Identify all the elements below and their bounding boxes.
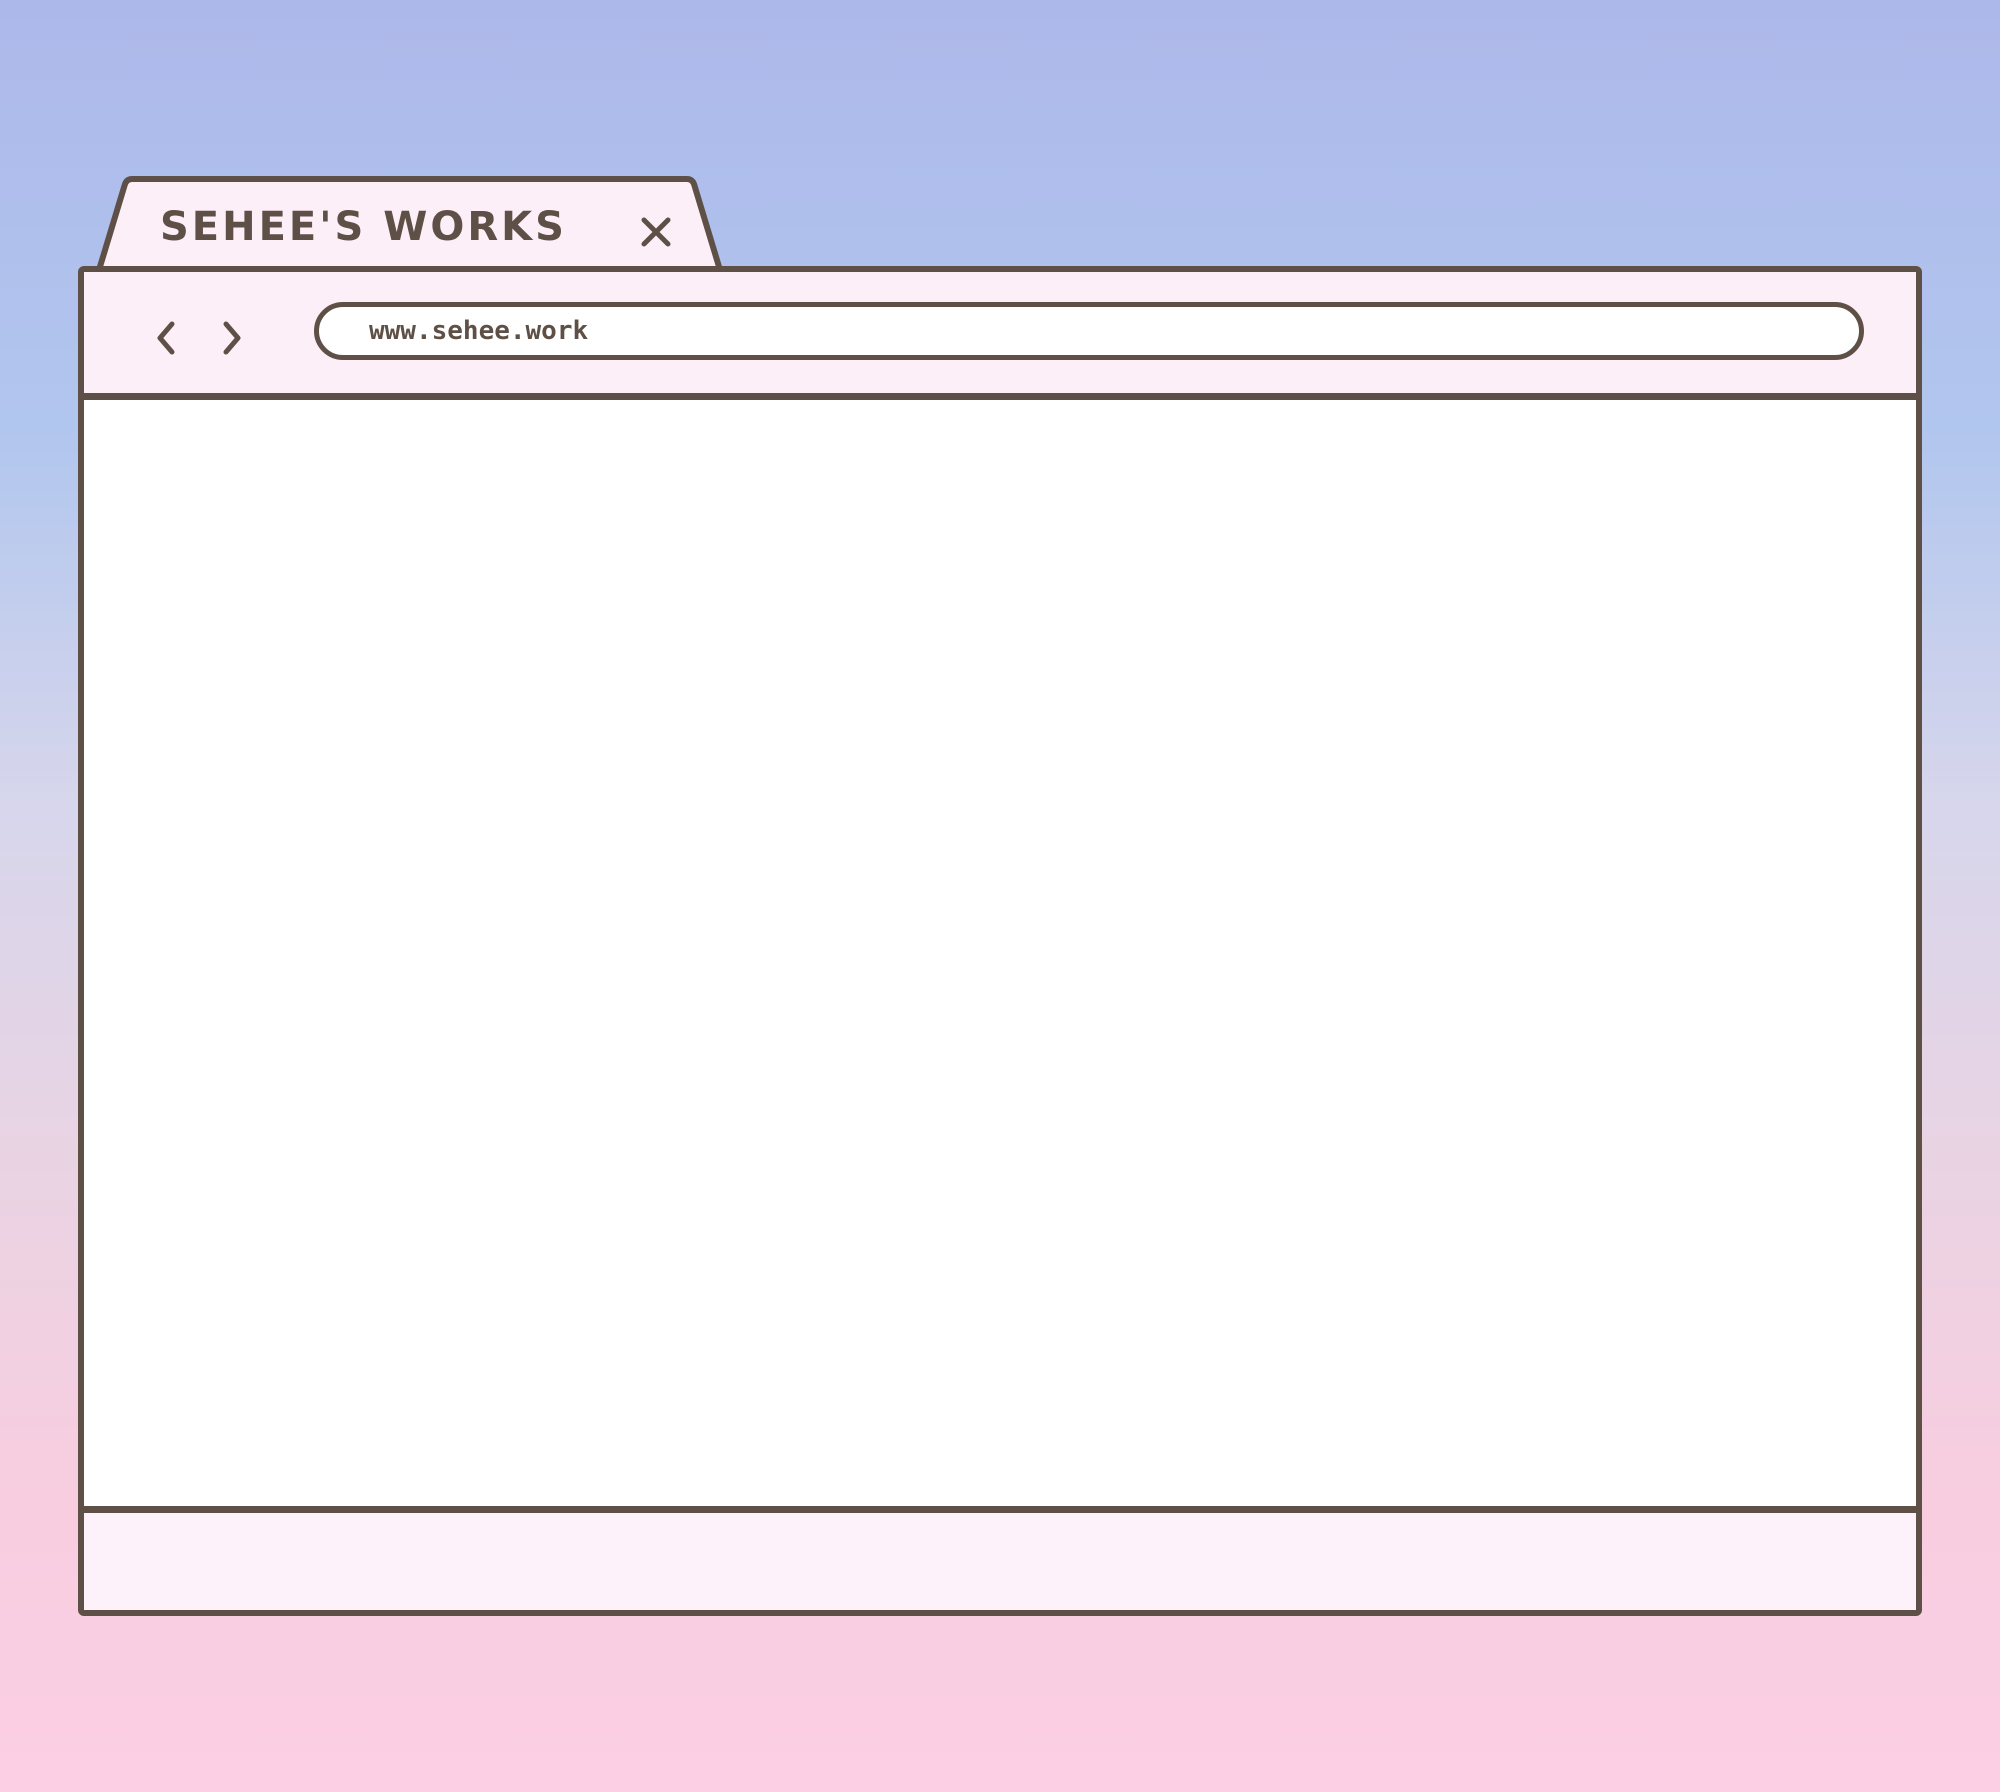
status-bar	[84, 1506, 1916, 1610]
chevron-right-icon[interactable]	[216, 318, 248, 358]
chevron-left-icon[interactable]	[150, 318, 182, 358]
close-icon[interactable]	[636, 212, 676, 252]
browser-toolbar: www.sehee.work	[84, 272, 1916, 400]
tab-title: SEHEE'S WORKS	[160, 204, 567, 250]
browser-tab[interactable]: SEHEE'S WORKS	[96, 176, 724, 270]
browser-window: www.sehee.work	[78, 266, 1922, 1616]
address-url: www.sehee.work	[369, 316, 589, 346]
address-bar[interactable]: www.sehee.work	[314, 302, 1864, 360]
page-content	[84, 400, 1916, 1506]
